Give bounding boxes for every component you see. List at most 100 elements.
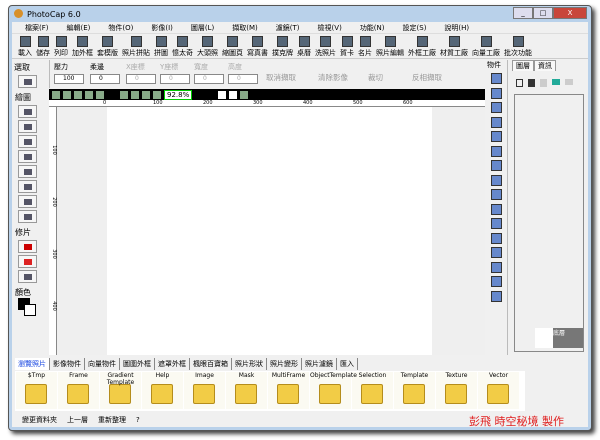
x-input[interactable]: 0 bbox=[126, 74, 156, 84]
clock-icon[interactable] bbox=[490, 174, 502, 186]
toolbar-button[interactable]: 批次功能 bbox=[502, 34, 534, 58]
folder-item[interactable]: Vector bbox=[478, 372, 519, 409]
refresh-button[interactable]: 重新整理 bbox=[98, 415, 126, 425]
shape-tool[interactable] bbox=[18, 210, 37, 223]
toolbar-button[interactable]: 外框工廠 bbox=[406, 34, 438, 58]
layer-item[interactable]: 底層 bbox=[535, 328, 583, 348]
menu-item[interactable]: 功能(N) bbox=[351, 22, 394, 33]
folder-item[interactable]: $Tmp bbox=[16, 372, 57, 409]
folder-item[interactable]: ObjectTemplate bbox=[310, 372, 357, 409]
menu-item[interactable]: 擷取(M) bbox=[223, 22, 267, 33]
redo-icon[interactable] bbox=[63, 90, 71, 99]
toolbar-button[interactable]: 名片 bbox=[356, 34, 374, 58]
copy-icon[interactable] bbox=[74, 90, 82, 99]
menu-item[interactable]: 圖層(L) bbox=[182, 22, 223, 33]
toolbar-button[interactable]: 縮圖頁 bbox=[220, 34, 245, 58]
folder-item[interactable]: Frame bbox=[58, 372, 99, 409]
stamp-tool[interactable] bbox=[18, 150, 37, 163]
lines-icon[interactable] bbox=[490, 247, 502, 258]
canvas[interactable] bbox=[107, 107, 432, 355]
tab-7[interactable]: 照片變形 bbox=[267, 358, 302, 370]
folder-item[interactable]: Help bbox=[142, 372, 183, 409]
toolbar-button[interactable]: 儲存 bbox=[34, 34, 52, 58]
clear-image-button[interactable]: 清除影像 bbox=[318, 72, 348, 83]
tab-info[interactable]: 資訊 bbox=[534, 60, 556, 71]
toolbar-button[interactable]: 材質工廠 bbox=[438, 34, 470, 58]
new-layer-icon[interactable] bbox=[516, 79, 523, 87]
folder-item[interactable]: Image bbox=[184, 372, 225, 409]
zoom-in-icon[interactable] bbox=[120, 90, 128, 99]
star-icon[interactable] bbox=[490, 276, 502, 287]
rect-select-tool[interactable] bbox=[18, 75, 37, 88]
tab-layers[interactable]: 圖層 bbox=[512, 60, 534, 71]
menu-item[interactable]: 檔案(F) bbox=[16, 22, 58, 33]
retouch-brush-tool[interactable] bbox=[18, 255, 37, 268]
height-input[interactable]: 0 bbox=[228, 74, 258, 84]
tab-1[interactable]: 影像物件 bbox=[50, 358, 85, 370]
up-folder-button[interactable]: 上一層 bbox=[67, 415, 88, 425]
width-input[interactable]: 0 bbox=[194, 74, 224, 84]
menu-item[interactable]: 檢視(V) bbox=[309, 22, 351, 33]
folder-item[interactable]: Selection bbox=[352, 372, 393, 409]
minimize-button[interactable]: _ bbox=[513, 7, 533, 19]
picture-icon[interactable] bbox=[490, 116, 502, 128]
zoom-out-icon[interactable] bbox=[131, 90, 139, 99]
tab-3[interactable]: 圖圍外框 bbox=[120, 358, 155, 370]
zoom-level[interactable]: 92.8% bbox=[164, 89, 193, 100]
toolbar-button[interactable]: 洗照片 bbox=[313, 34, 338, 58]
toolbar-button[interactable]: 照片編輯 bbox=[374, 34, 406, 58]
magnifier-icon[interactable] bbox=[490, 160, 502, 171]
undo-icon[interactable] bbox=[52, 90, 60, 99]
tab-0[interactable]: 瀏覽照片 bbox=[15, 358, 50, 370]
delete-layer-icon[interactable] bbox=[528, 79, 535, 87]
close-button[interactable]: X bbox=[553, 7, 587, 19]
crop-button[interactable]: 裁切 bbox=[368, 72, 383, 83]
folder-item[interactable]: Template bbox=[394, 372, 435, 409]
folder-item[interactable]: Mask bbox=[226, 372, 267, 409]
background-color[interactable] bbox=[24, 304, 36, 316]
merge-icon[interactable] bbox=[565, 79, 573, 85]
date-icon[interactable] bbox=[490, 189, 502, 200]
toolbar-button[interactable]: 套模版 bbox=[95, 34, 120, 58]
tab-8[interactable]: 照片濾鏡 bbox=[302, 358, 337, 370]
lock-icon[interactable] bbox=[540, 79, 547, 87]
toolbar-button[interactable]: 寫真書 bbox=[245, 34, 270, 58]
color-swatches[interactable] bbox=[14, 298, 47, 320]
menu-item[interactable]: 說明(H) bbox=[435, 22, 478, 33]
red-eye-tool[interactable] bbox=[18, 240, 37, 253]
tab-4[interactable]: 遮罩外框 bbox=[155, 358, 190, 370]
cut-icon[interactable] bbox=[85, 90, 93, 99]
cancel-select-button[interactable]: 取消擷取 bbox=[266, 72, 296, 83]
hand-icon[interactable] bbox=[229, 90, 238, 99]
text-icon[interactable] bbox=[490, 73, 502, 84]
speech-bubble-icon[interactable] bbox=[490, 232, 502, 244]
mosaic-icon[interactable] bbox=[490, 290, 502, 302]
fill-tool[interactable] bbox=[18, 165, 37, 178]
tab-9[interactable]: 匯入 bbox=[337, 358, 358, 370]
brush-tool[interactable] bbox=[18, 105, 37, 118]
tab-6[interactable]: 照片形狀 bbox=[232, 358, 267, 370]
add-icon[interactable] bbox=[240, 90, 249, 99]
image-frame-icon[interactable] bbox=[490, 87, 502, 99]
help-button[interactable]: ? bbox=[136, 416, 140, 424]
feather-input[interactable]: 0 bbox=[90, 74, 120, 84]
eyedropper-tool[interactable] bbox=[18, 195, 37, 208]
menu-item[interactable]: 設定(S) bbox=[394, 22, 436, 33]
toolbar-button[interactable]: 撲克牌 bbox=[270, 34, 295, 58]
toolbar-button[interactable]: 照片拼貼 bbox=[120, 34, 152, 58]
change-folder-button[interactable]: 變更資料夾 bbox=[22, 415, 57, 425]
fit-icon[interactable] bbox=[142, 90, 150, 99]
pointer-icon[interactable] bbox=[218, 90, 227, 99]
layer-image-icon[interactable] bbox=[552, 79, 560, 85]
toolbar-button[interactable]: 憶太奇 bbox=[170, 34, 195, 58]
toolbar-button[interactable]: 載入 bbox=[16, 34, 34, 58]
photo-icon[interactable] bbox=[490, 131, 502, 142]
multi-photo-icon[interactable] bbox=[490, 145, 502, 157]
toolbar-button[interactable]: 列印 bbox=[52, 34, 70, 58]
menu-item[interactable]: 物件(O) bbox=[99, 22, 142, 33]
actual-size-icon[interactable] bbox=[153, 90, 161, 99]
calendar-icon[interactable] bbox=[490, 218, 502, 229]
toolbar-button[interactable]: 賀卡 bbox=[338, 34, 356, 58]
toolbar-button[interactable]: 大頭照 bbox=[195, 34, 220, 58]
maximize-button[interactable]: □ bbox=[533, 7, 553, 19]
